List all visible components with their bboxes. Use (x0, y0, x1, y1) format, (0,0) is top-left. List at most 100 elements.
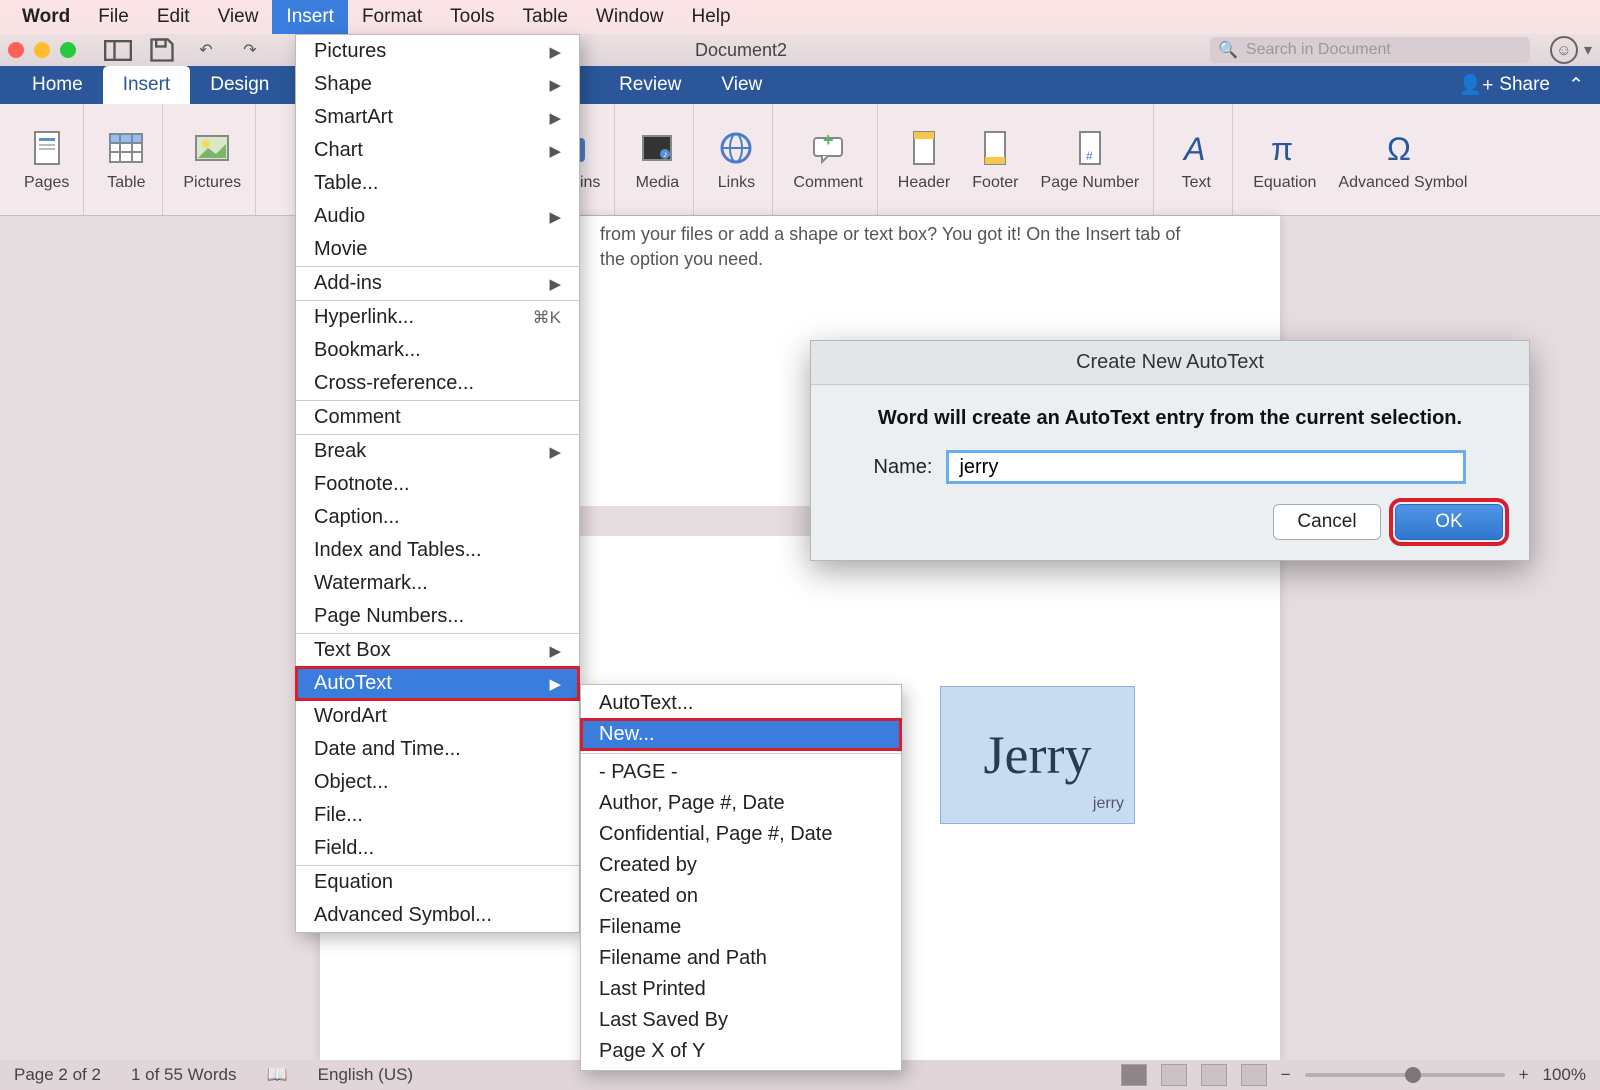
insert-menu-caption-[interactable]: Caption... (296, 501, 579, 534)
zoom-out-button[interactable]: − (1281, 1065, 1291, 1085)
insert-menu-movie[interactable]: Movie (296, 233, 579, 266)
undo-icon[interactable]: ↶ (192, 39, 220, 61)
save-icon[interactable] (148, 39, 176, 61)
insert-menu-date-and-time-[interactable]: Date and Time... (296, 733, 579, 766)
autotext-item-last-saved-by[interactable]: Last Saved By (581, 1005, 901, 1036)
sidebar-toggle-icon[interactable] (104, 39, 132, 61)
redo-icon[interactable]: ↷ (236, 39, 264, 61)
feedback-icon[interactable]: ☺ (1550, 36, 1578, 64)
insert-menu-smartart[interactable]: SmartArt▶ (296, 101, 579, 134)
dialog-message: Word will create an AutoText entry from … (837, 407, 1503, 430)
insert-menu-object-[interactable]: Object... (296, 766, 579, 799)
menu-edit[interactable]: Edit (143, 0, 204, 34)
autotext-item-author-page-date[interactable]: Author, Page #, Date (581, 788, 901, 819)
ribbon-media[interactable]: ♪Media (635, 128, 679, 192)
ribbon-links[interactable]: Links (714, 128, 758, 192)
ribbon-text[interactable]: AText (1174, 128, 1218, 192)
autotext-item-confidential-page-date[interactable]: Confidential, Page #, Date (581, 819, 901, 850)
insert-menu-pictures[interactable]: Pictures▶ (296, 35, 579, 68)
tab-insert[interactable]: Insert (103, 66, 191, 104)
insert-menu-autotext[interactable]: AutoText▶ (296, 667, 579, 700)
insert-menu-page-numbers-[interactable]: Page Numbers... (296, 600, 579, 633)
insert-menu-bookmark-[interactable]: Bookmark... (296, 334, 579, 367)
status-language[interactable]: English (US) (318, 1065, 413, 1085)
insert-menu-file-[interactable]: File... (296, 799, 579, 832)
ribbon-pictures[interactable]: Pictures (183, 128, 241, 192)
submenu-arrow-icon: ▶ (549, 76, 561, 94)
tab-design[interactable]: Design (190, 66, 289, 104)
insert-menu-field-[interactable]: Field... (296, 832, 579, 865)
autotext-item-created-on[interactable]: Created on (581, 881, 901, 912)
ok-button[interactable]: OK (1395, 504, 1503, 540)
insert-menu-wordart[interactable]: WordArt (296, 700, 579, 733)
ribbon-symbol[interactable]: ΩAdvanced Symbol (1338, 128, 1467, 192)
insert-menu-shape[interactable]: Shape▶ (296, 68, 579, 101)
symbol-icon: Ω (1381, 128, 1425, 168)
menu-insert[interactable]: Insert (272, 0, 348, 34)
insert-menu-equation[interactable]: Equation (296, 865, 579, 899)
view-print-layout[interactable] (1121, 1064, 1147, 1086)
insert-menu-text-box[interactable]: Text Box▶ (296, 633, 579, 667)
menu-format[interactable]: Format (348, 0, 436, 34)
insert-menu-break[interactable]: Break▶ (296, 434, 579, 468)
ribbon-footer[interactable]: Footer (972, 128, 1018, 192)
view-web-layout[interactable] (1161, 1064, 1187, 1086)
collapse-ribbon-icon[interactable]: ⌃ (1568, 74, 1584, 97)
menu-table[interactable]: Table (509, 0, 582, 34)
insert-menu-cross-reference-[interactable]: Cross-reference... (296, 367, 579, 400)
autotext-item-new-[interactable]: New... (581, 719, 901, 750)
menu-tools[interactable]: Tools (436, 0, 508, 34)
autotext-item--page-[interactable]: - PAGE - (581, 753, 901, 788)
autotext-item-filename-and-path[interactable]: Filename and Path (581, 943, 901, 974)
view-draft[interactable] (1241, 1064, 1267, 1086)
system-menubar: Word File Edit View Insert Format Tools … (0, 0, 1600, 34)
autotext-item-filename[interactable]: Filename (581, 912, 901, 943)
insert-menu-table-[interactable]: Table... (296, 167, 579, 200)
insert-menu-watermark-[interactable]: Watermark... (296, 567, 579, 600)
insert-menu-footnote-[interactable]: Footnote... (296, 468, 579, 501)
menu-view[interactable]: View (204, 0, 273, 34)
view-outline[interactable] (1201, 1064, 1227, 1086)
tab-review[interactable]: Review (599, 66, 701, 104)
status-words[interactable]: 1 of 55 Words (131, 1065, 237, 1085)
insert-menu-advanced-symbol-[interactable]: Advanced Symbol... (296, 899, 579, 932)
links-icon (714, 128, 758, 168)
insert-menu-comment[interactable]: Comment (296, 400, 579, 434)
ribbon-header[interactable]: Header (898, 128, 950, 192)
feedback-dropdown-icon[interactable]: ▾ (1584, 40, 1592, 60)
close-window[interactable] (8, 42, 24, 58)
zoom-in-button[interactable]: + (1519, 1065, 1529, 1085)
autotext-item-created-by[interactable]: Created by (581, 850, 901, 881)
ribbon-equation[interactable]: πEquation (1253, 128, 1316, 192)
tab-home[interactable]: Home (12, 66, 103, 104)
maximize-window[interactable] (60, 42, 76, 58)
ribbon-page-number[interactable]: #Page Number (1041, 128, 1140, 192)
status-page[interactable]: Page 2 of 2 (14, 1065, 101, 1085)
autotext-item-last-printed[interactable]: Last Printed (581, 974, 901, 1005)
zoom-slider[interactable] (1305, 1073, 1505, 1077)
signature-selection[interactable]: Jerry jerry (940, 686, 1135, 824)
insert-menu-audio[interactable]: Audio▶ (296, 200, 579, 233)
autotext-item-page-x-of-y[interactable]: Page X of Y (581, 1036, 901, 1067)
equation-icon: π (1263, 128, 1307, 168)
spellcheck-icon[interactable]: 📖 (267, 1065, 288, 1085)
submenu-arrow-icon: ▶ (549, 43, 561, 61)
insert-menu-hyperlink-[interactable]: Hyperlink...⌘K (296, 300, 579, 334)
zoom-level[interactable]: 100% (1543, 1065, 1586, 1085)
share-button[interactable]: 👤+ Share (1459, 73, 1550, 97)
minimize-window[interactable] (34, 42, 50, 58)
autotext-item-autotext-[interactable]: AutoText... (581, 688, 901, 719)
insert-menu-chart[interactable]: Chart▶ (296, 134, 579, 167)
ribbon-table[interactable]: Table (104, 128, 148, 192)
ribbon-pages[interactable]: Pages (24, 128, 69, 192)
insert-menu-index-and-tables-[interactable]: Index and Tables... (296, 534, 579, 567)
menu-help[interactable]: Help (678, 0, 745, 34)
menu-window[interactable]: Window (582, 0, 678, 34)
cancel-button[interactable]: Cancel (1273, 504, 1381, 540)
insert-menu-add-ins[interactable]: Add-ins▶ (296, 266, 579, 300)
search-input[interactable]: 🔍 Search in Document (1210, 37, 1530, 63)
name-input[interactable] (946, 450, 1466, 484)
ribbon-comment[interactable]: +Comment (793, 128, 862, 192)
menu-file[interactable]: File (84, 0, 143, 34)
tab-view[interactable]: View (701, 66, 782, 104)
